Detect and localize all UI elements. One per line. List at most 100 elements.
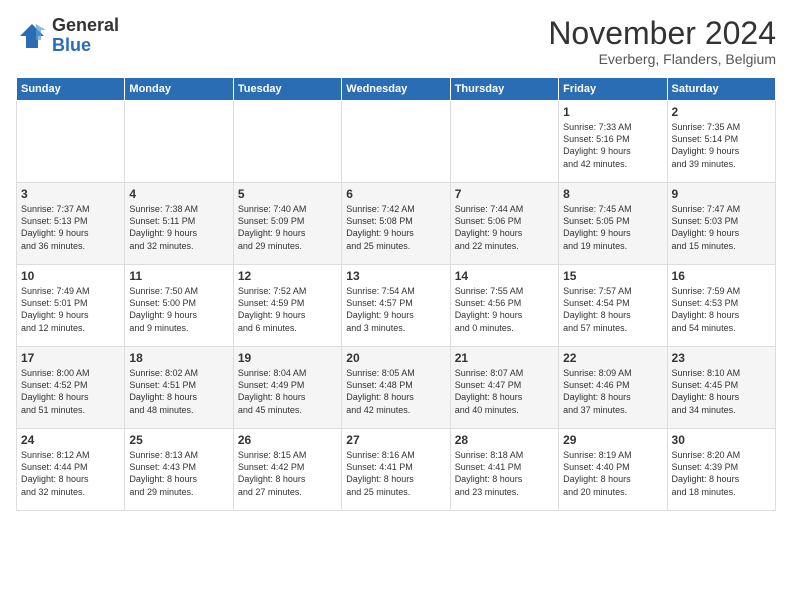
col-tuesday: Tuesday: [233, 78, 341, 101]
day-info: Sunrise: 7:45 AM Sunset: 5:05 PM Dayligh…: [563, 203, 662, 252]
cell-2-3: 13 Sunrise: 7:54 AM Sunset: 4:57 PM Dayli…: [342, 265, 450, 347]
day-number: 11: [129, 269, 228, 283]
day-number: 26: [238, 433, 337, 447]
cell-1-0: 3 Sunrise: 7:37 AM Sunset: 5:13 PM Daylig…: [17, 183, 125, 265]
day-info: Sunrise: 8:20 AM Sunset: 4:39 PM Dayligh…: [672, 449, 771, 498]
logo-blue-text: Blue: [52, 36, 119, 56]
day-info: Sunrise: 7:42 AM Sunset: 5:08 PM Dayligh…: [346, 203, 445, 252]
day-info: Sunrise: 8:13 AM Sunset: 4:43 PM Dayligh…: [129, 449, 228, 498]
col-friday: Friday: [559, 78, 667, 101]
cell-0-4: [450, 101, 558, 183]
cell-4-5: 29 Sunrise: 8:19 AM Sunset: 4:40 PM Dayli…: [559, 429, 667, 511]
cell-1-1: 4 Sunrise: 7:38 AM Sunset: 5:11 PM Daylig…: [125, 183, 233, 265]
day-number: 16: [672, 269, 771, 283]
logo-text: General Blue: [52, 16, 119, 56]
col-thursday: Thursday: [450, 78, 558, 101]
week-row-5: 24 Sunrise: 8:12 AM Sunset: 4:44 PM Dayli…: [17, 429, 776, 511]
day-info: Sunrise: 8:00 AM Sunset: 4:52 PM Dayligh…: [21, 367, 120, 416]
day-number: 21: [455, 351, 554, 365]
cell-4-6: 30 Sunrise: 8:20 AM Sunset: 4:39 PM Dayli…: [667, 429, 775, 511]
day-number: 19: [238, 351, 337, 365]
day-number: 30: [672, 433, 771, 447]
day-number: 8: [563, 187, 662, 201]
logo-general-text: General: [52, 16, 119, 36]
logo: General Blue: [16, 16, 119, 56]
cell-2-0: 10Sunrise: 7:49 AM Sunset: 5:01 PM Dayli…: [17, 265, 125, 347]
cell-1-4: 7Sunrise: 7:44 AM Sunset: 5:06 PM Daylig…: [450, 183, 558, 265]
day-number: 24: [21, 433, 120, 447]
cell-4-4: 28 Sunrise: 8:18 AM Sunset: 4:41 PM Dayli…: [450, 429, 558, 511]
day-number: 27: [346, 433, 445, 447]
week-row-2: 3 Sunrise: 7:37 AM Sunset: 5:13 PM Daylig…: [17, 183, 776, 265]
header: General Blue November 2024 Everberg, Fla…: [16, 16, 776, 67]
day-info: Sunrise: 8:05 AM Sunset: 4:48 PM Dayligh…: [346, 367, 445, 416]
day-number: 12: [238, 269, 337, 283]
cell-0-2: [233, 101, 341, 183]
day-number: 5: [238, 187, 337, 201]
cell-3-1: 18Sunrise: 8:02 AM Sunset: 4:51 PM Dayli…: [125, 347, 233, 429]
logo-icon: [16, 20, 48, 52]
day-info: Sunrise: 8:12 AM Sunset: 4:44 PM Dayligh…: [21, 449, 120, 498]
cell-0-6: 2 Sunrise: 7:35 AM Sunset: 5:14 PM Daylig…: [667, 101, 775, 183]
day-number: 15: [563, 269, 662, 283]
week-row-1: 1Sunrise: 7:33 AM Sunset: 5:16 PM Daylig…: [17, 101, 776, 183]
day-info: Sunrise: 7:52 AM Sunset: 4:59 PM Dayligh…: [238, 285, 337, 334]
day-info: Sunrise: 8:07 AM Sunset: 4:47 PM Dayligh…: [455, 367, 554, 416]
day-number: 13: [346, 269, 445, 283]
day-info: Sunrise: 8:10 AM Sunset: 4:45 PM Dayligh…: [672, 367, 771, 416]
cell-1-2: 5 Sunrise: 7:40 AM Sunset: 5:09 PM Daylig…: [233, 183, 341, 265]
day-info: Sunrise: 7:57 AM Sunset: 4:54 PM Dayligh…: [563, 285, 662, 334]
day-info: Sunrise: 7:50 AM Sunset: 5:00 PM Dayligh…: [129, 285, 228, 334]
day-info: Sunrise: 7:54 AM Sunset: 4:57 PM Dayligh…: [346, 285, 445, 334]
cell-3-6: 23 Sunrise: 8:10 AM Sunset: 4:45 PM Dayli…: [667, 347, 775, 429]
week-row-3: 10Sunrise: 7:49 AM Sunset: 5:01 PM Dayli…: [17, 265, 776, 347]
page: General Blue November 2024 Everberg, Fla…: [0, 0, 792, 612]
day-info: Sunrise: 8:04 AM Sunset: 4:49 PM Dayligh…: [238, 367, 337, 416]
cell-2-2: 12 Sunrise: 7:52 AM Sunset: 4:59 PM Dayli…: [233, 265, 341, 347]
col-saturday: Saturday: [667, 78, 775, 101]
day-info: Sunrise: 8:15 AM Sunset: 4:42 PM Dayligh…: [238, 449, 337, 498]
cell-2-1: 11 Sunrise: 7:50 AM Sunset: 5:00 PM Dayli…: [125, 265, 233, 347]
day-number: 25: [129, 433, 228, 447]
cell-0-1: [125, 101, 233, 183]
day-info: Sunrise: 8:18 AM Sunset: 4:41 PM Dayligh…: [455, 449, 554, 498]
day-info: Sunrise: 7:37 AM Sunset: 5:13 PM Dayligh…: [21, 203, 120, 252]
cell-3-3: 20 Sunrise: 8:05 AM Sunset: 4:48 PM Dayli…: [342, 347, 450, 429]
day-info: Sunrise: 7:35 AM Sunset: 5:14 PM Dayligh…: [672, 121, 771, 170]
col-wednesday: Wednesday: [342, 78, 450, 101]
calendar-table: Sunday Monday Tuesday Wednesday Thursday…: [16, 77, 776, 511]
day-info: Sunrise: 7:40 AM Sunset: 5:09 PM Dayligh…: [238, 203, 337, 252]
day-info: Sunrise: 7:59 AM Sunset: 4:53 PM Dayligh…: [672, 285, 771, 334]
day-info: Sunrise: 7:38 AM Sunset: 5:11 PM Dayligh…: [129, 203, 228, 252]
day-number: 6: [346, 187, 445, 201]
day-info: Sunrise: 7:47 AM Sunset: 5:03 PM Dayligh…: [672, 203, 771, 252]
cell-0-0: [17, 101, 125, 183]
day-info: Sunrise: 8:09 AM Sunset: 4:46 PM Dayligh…: [563, 367, 662, 416]
day-number: 9: [672, 187, 771, 201]
day-number: 3: [21, 187, 120, 201]
col-monday: Monday: [125, 78, 233, 101]
day-info: Sunrise: 8:19 AM Sunset: 4:40 PM Dayligh…: [563, 449, 662, 498]
day-number: 7: [455, 187, 554, 201]
cell-4-0: 24 Sunrise: 8:12 AM Sunset: 4:44 PM Dayli…: [17, 429, 125, 511]
title-block: November 2024 Everberg, Flanders, Belgiu…: [548, 16, 776, 67]
day-number: 29: [563, 433, 662, 447]
week-row-4: 17Sunrise: 8:00 AM Sunset: 4:52 PM Dayli…: [17, 347, 776, 429]
day-number: 22: [563, 351, 662, 365]
cell-0-5: 1Sunrise: 7:33 AM Sunset: 5:16 PM Daylig…: [559, 101, 667, 183]
day-info: Sunrise: 7:49 AM Sunset: 5:01 PM Dayligh…: [21, 285, 120, 334]
cell-4-1: 25 Sunrise: 8:13 AM Sunset: 4:43 PM Dayli…: [125, 429, 233, 511]
cell-4-3: 27Sunrise: 8:16 AM Sunset: 4:41 PM Dayli…: [342, 429, 450, 511]
day-number: 18: [129, 351, 228, 365]
cell-3-0: 17Sunrise: 8:00 AM Sunset: 4:52 PM Dayli…: [17, 347, 125, 429]
cell-2-5: 15 Sunrise: 7:57 AM Sunset: 4:54 PM Dayli…: [559, 265, 667, 347]
cell-0-3: [342, 101, 450, 183]
day-number: 4: [129, 187, 228, 201]
cell-2-6: 16 Sunrise: 7:59 AM Sunset: 4:53 PM Dayli…: [667, 265, 775, 347]
cell-1-6: 9 Sunrise: 7:47 AM Sunset: 5:03 PM Daylig…: [667, 183, 775, 265]
cell-3-5: 22 Sunrise: 8:09 AM Sunset: 4:46 PM Dayli…: [559, 347, 667, 429]
day-number: 23: [672, 351, 771, 365]
day-number: 28: [455, 433, 554, 447]
day-number: 20: [346, 351, 445, 365]
day-number: 2: [672, 105, 771, 119]
